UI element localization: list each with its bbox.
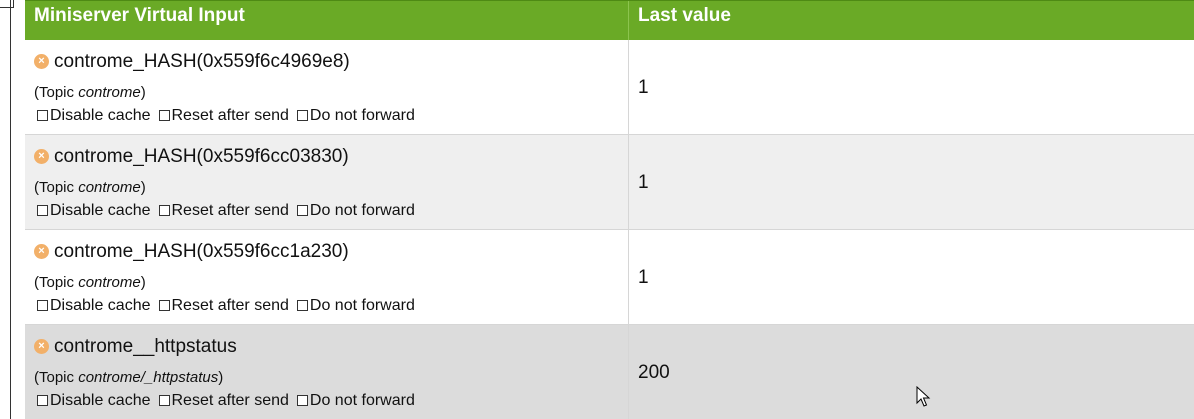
last-value: 1: [638, 267, 649, 288]
topic-name: controme: [78, 274, 141, 291]
checkbox[interactable]: [296, 300, 308, 311]
option-2[interactable]: Do not forward: [296, 296, 415, 316]
checkbox[interactable]: [37, 300, 48, 311]
option-label: Disable cache: [50, 202, 151, 219]
input-name: controme_HASH(0x559f6cc1a230): [54, 241, 349, 262]
table-row: × controme__httpstatus (Topic controme/_ht…: [25, 325, 1194, 419]
option-label: Reset after send: [171, 107, 289, 124]
checkbox[interactable]: [296, 395, 308, 406]
topic-name: controme/_httpstatus: [78, 369, 219, 386]
option-label: Do not forward: [309, 107, 415, 124]
option-1[interactable]: Reset after send: [158, 201, 289, 221]
option-label: Reset after send: [171, 297, 289, 314]
option-0[interactable]: Disable cache: [37, 201, 151, 221]
column-divider: [628, 230, 629, 325]
virtual-input-table: Miniserver Virtual Input Last value × con…: [25, 0, 1194, 419]
option-checkboxes: Disable cache Reset after send Do not forw…: [37, 201, 423, 221]
checkbox[interactable]: [158, 110, 170, 121]
option-2[interactable]: Do not forward: [296, 106, 415, 126]
option-label: Reset after send: [171, 202, 289, 219]
last-value: 1: [638, 172, 649, 193]
checkbox[interactable]: [37, 395, 48, 406]
column-divider: [628, 325, 629, 419]
option-label: Disable cache: [50, 392, 151, 409]
topic-name: controme: [78, 84, 141, 101]
column-header-input: Miniserver Virtual Input: [34, 5, 245, 26]
option-label: Do not forward: [309, 202, 415, 219]
option-checkboxes: Disable cache Reset after send Do not forw…: [37, 106, 423, 126]
table-row: × controme_HASH(0x559f6c4969e8) (Topic con…: [25, 40, 1194, 135]
option-label: Disable cache: [50, 107, 151, 124]
checkbox[interactable]: [37, 110, 48, 121]
option-label: Do not forward: [309, 392, 415, 409]
topic-name: controme: [78, 179, 141, 196]
input-name: controme_HASH(0x559f6c4969e8): [54, 51, 350, 72]
tree-line: [10, 0, 11, 419]
checkbox[interactable]: [158, 205, 170, 216]
topic-label: (Topic controme): [34, 274, 146, 291]
option-1[interactable]: Reset after send: [158, 296, 289, 316]
input-name: controme__httpstatus: [54, 336, 237, 357]
last-value: 1: [638, 77, 649, 98]
column-divider: [628, 40, 629, 135]
table-header: Miniserver Virtual Input Last value: [25, 0, 1194, 41]
option-checkboxes: Disable cache Reset after send Do not forw…: [37, 296, 423, 316]
option-1[interactable]: Reset after send: [158, 391, 289, 411]
option-0[interactable]: Disable cache: [37, 391, 151, 411]
checkbox[interactable]: [158, 395, 170, 406]
option-1[interactable]: Reset after send: [158, 106, 289, 126]
last-value: 200: [638, 362, 670, 383]
table-row: × controme_HASH(0x559f6cc1a230) (Topic con…: [25, 230, 1194, 325]
option-0[interactable]: Disable cache: [37, 296, 151, 316]
topic-label: (Topic controme): [34, 84, 146, 101]
checkbox[interactable]: [37, 205, 48, 216]
option-2[interactable]: Do not forward: [296, 201, 415, 221]
option-0[interactable]: Disable cache: [37, 106, 151, 126]
mouse-pointer-icon: [916, 386, 931, 407]
remove-icon[interactable]: ×: [34, 149, 49, 164]
checkbox[interactable]: [158, 300, 170, 311]
table-row: × controme_HASH(0x559f6cc03830) (Topic con…: [25, 135, 1194, 230]
column-header-last-value: Last value: [638, 5, 731, 26]
option-2[interactable]: Do not forward: [296, 391, 415, 411]
option-label: Reset after send: [171, 392, 289, 409]
topic-label: (Topic controme): [34, 179, 146, 196]
remove-icon[interactable]: ×: [34, 244, 49, 259]
tree-connector: [0, 0, 14, 8]
topic-label: (Topic controme/_httpstatus): [34, 369, 224, 386]
option-label: Disable cache: [50, 297, 151, 314]
checkbox[interactable]: [296, 110, 308, 121]
remove-icon[interactable]: ×: [34, 339, 49, 354]
column-divider: [628, 135, 629, 230]
tree-guide: [0, 0, 25, 419]
option-label: Do not forward: [309, 297, 415, 314]
header-divider: [628, 1, 629, 41]
remove-icon[interactable]: ×: [34, 54, 49, 69]
checkbox[interactable]: [296, 205, 308, 216]
input-name: controme_HASH(0x559f6cc03830): [54, 146, 349, 167]
option-checkboxes: Disable cache Reset after send Do not forw…: [37, 391, 423, 411]
